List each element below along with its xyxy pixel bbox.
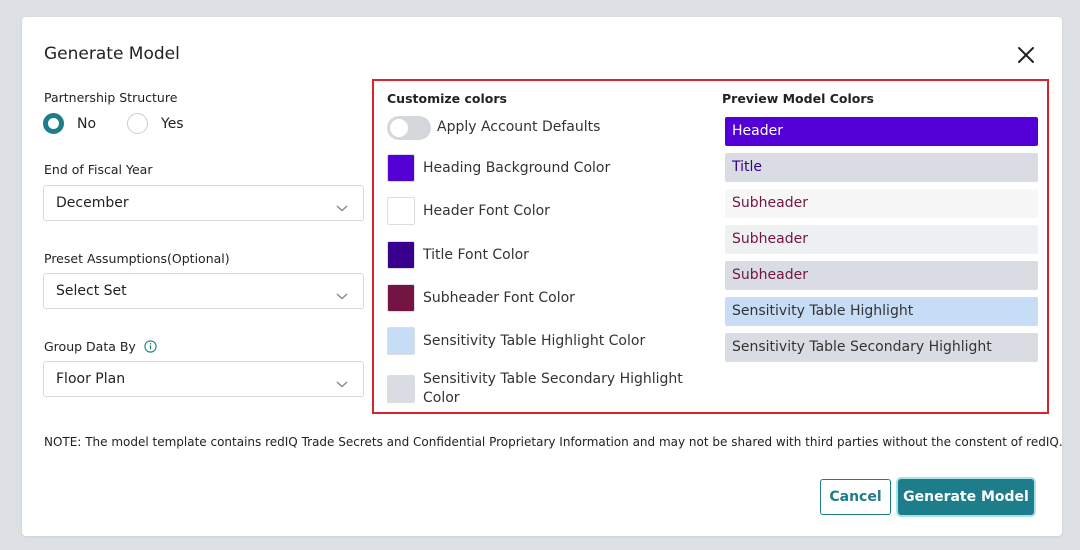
close-icon[interactable] [1015, 44, 1037, 66]
partnership-structure-label: Partnership Structure [44, 90, 178, 105]
swatch-heading-background[interactable] [387, 154, 415, 182]
sensitivity-secondary-label: Sensitivity Table Secondary Highlight Co… [423, 371, 683, 406]
colors-panel: Customize colors Apply Account Defaults … [372, 79, 1049, 414]
cancel-button[interactable]: Cancel [820, 479, 891, 515]
chevron-down-icon [335, 286, 349, 300]
preview-subheader: Subheader [725, 261, 1038, 290]
radio-yes-label: Yes [161, 115, 184, 132]
radio-yes-circle[interactable] [127, 113, 148, 134]
confidentiality-note: NOTE: The model template contains redIQ … [44, 435, 1063, 449]
radio-yes[interactable]: Yes [127, 113, 184, 134]
sensitivity-highlight-label: Sensitivity Table Highlight Color [423, 333, 646, 349]
chevron-down-icon [335, 198, 349, 212]
preset-select[interactable]: Select Set [43, 273, 364, 309]
preview-sensitivity-highlight: Sensitivity Table Highlight [725, 297, 1038, 326]
radio-no-circle[interactable] [43, 113, 64, 134]
title-font-label: Title Font Color [423, 247, 529, 263]
generate-model-dialog: Generate Model Partnership Structure No … [22, 17, 1063, 536]
heading-background-label: Heading Background Color [423, 160, 611, 176]
swatch-header-font[interactable] [387, 197, 415, 225]
fiscal-year-value: December [56, 195, 129, 211]
subheader-font-label: Subheader Font Color [423, 290, 575, 306]
group-by-label-text: Group Data By [44, 339, 136, 354]
customize-colors-heading: Customize colors [387, 91, 507, 106]
preview-header: Header [725, 117, 1038, 146]
header-font-label: Header Font Color [423, 203, 550, 219]
info-icon[interactable] [144, 340, 157, 353]
preset-value: Select Set [56, 283, 127, 299]
toggle-knob [390, 119, 408, 137]
preview-subheader: Subheader [725, 225, 1038, 254]
chevron-down-icon [335, 374, 349, 388]
group-by-select[interactable]: Floor Plan [43, 361, 364, 397]
swatch-sensitivity-secondary[interactable] [387, 375, 415, 403]
partnership-radio-group: No Yes [43, 113, 343, 135]
group-by-label: Group Data By [44, 339, 157, 354]
group-by-value: Floor Plan [56, 371, 126, 387]
generate-model-button[interactable]: Generate Model [898, 479, 1034, 515]
swatch-subheader-font[interactable] [387, 284, 415, 312]
preview-subheader: Subheader [725, 189, 1038, 218]
preview-sensitivity-secondary: Sensitivity Table Secondary Highlight [725, 333, 1038, 362]
radio-no-label: No [77, 115, 97, 132]
swatch-title-font[interactable] [387, 241, 415, 269]
preview-title: Title [725, 153, 1038, 182]
swatch-sensitivity-highlight[interactable] [387, 327, 415, 355]
preview-colors-heading: Preview Model Colors [722, 91, 874, 106]
radio-no[interactable]: No [43, 113, 96, 134]
dialog-title: Generate Model [44, 44, 180, 64]
preset-label: Preset Assumptions(Optional) [44, 251, 230, 266]
fiscal-year-select[interactable]: December [43, 185, 364, 221]
apply-defaults-label: Apply Account Defaults [437, 119, 601, 135]
fiscal-year-label: End of Fiscal Year [44, 162, 153, 177]
apply-defaults-toggle[interactable] [387, 116, 431, 140]
